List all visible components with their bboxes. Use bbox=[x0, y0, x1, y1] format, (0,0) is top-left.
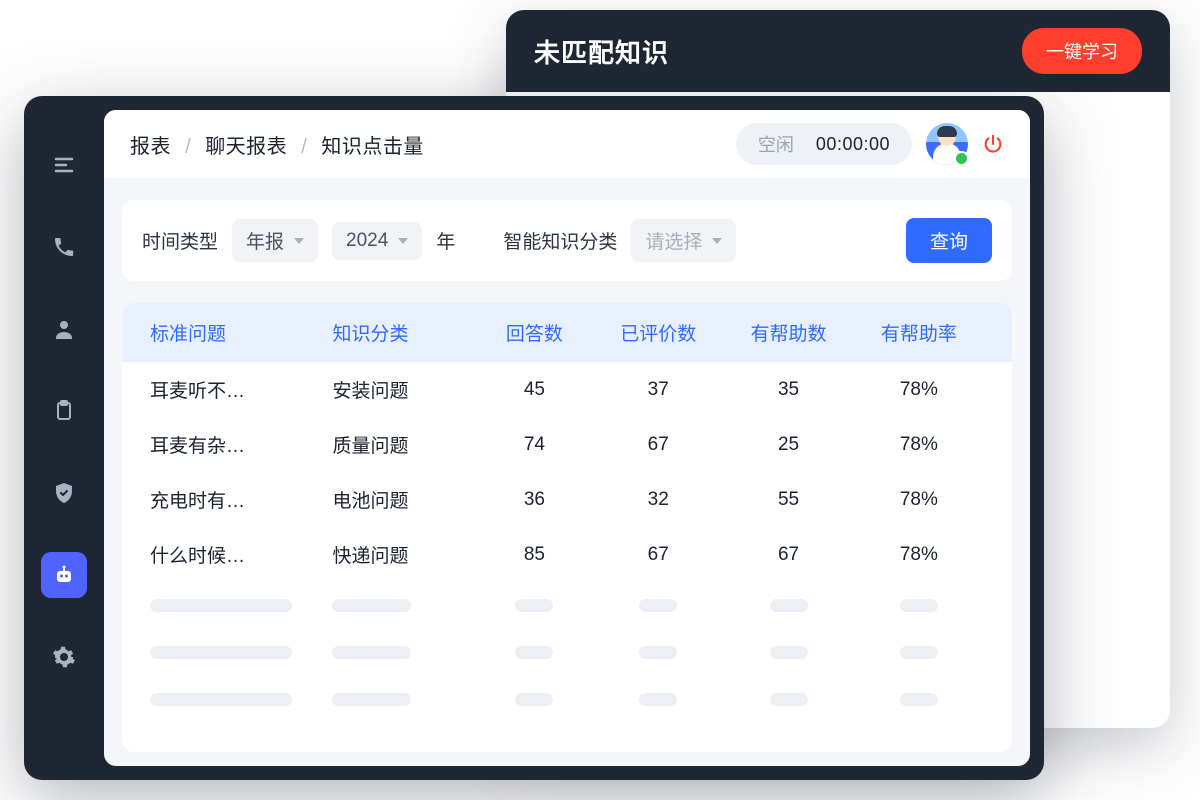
status-pill: 空闲 00:00:00 bbox=[736, 123, 912, 165]
cell-helpful: 35 bbox=[723, 379, 853, 401]
table-row: 充电时有… 电池问题 36 32 55 78% bbox=[122, 472, 1012, 527]
power-icon[interactable] bbox=[982, 133, 1004, 155]
year-value: 2024 bbox=[346, 230, 388, 252]
cell-helpful: 25 bbox=[723, 434, 853, 456]
th-category: 知识分类 bbox=[332, 319, 475, 346]
table-header: 标准问题 知识分类 回答数 已评价数 有帮助数 有帮助率 bbox=[122, 303, 1012, 362]
sidebar bbox=[24, 110, 104, 766]
cell-question: 充电时有… bbox=[150, 486, 332, 513]
breadcrumb-item[interactable]: 报表 bbox=[130, 136, 171, 158]
cell-category: 质量问题 bbox=[332, 431, 475, 458]
time-type-value: 年报 bbox=[246, 227, 284, 254]
placeholder-row bbox=[122, 629, 1012, 676]
category-label: 智能知识分类 bbox=[503, 227, 617, 254]
th-rate: 有帮助率 bbox=[854, 319, 984, 346]
year-select[interactable]: 2024 bbox=[332, 222, 422, 260]
chevron-down-icon bbox=[712, 238, 722, 244]
breadcrumb-item: 知识点击量 bbox=[321, 136, 424, 158]
cell-rate: 78% bbox=[854, 379, 984, 401]
back-title: 未匹配知识 bbox=[534, 33, 669, 70]
breadcrumb-separator: / bbox=[301, 136, 307, 158]
main-panel: 报表 / 聊天报表 / 知识点击量 空闲 00:00:00 时间类型 年报 bbox=[104, 110, 1030, 766]
learn-button[interactable]: 一键学习 bbox=[1022, 28, 1142, 74]
time-type-select[interactable]: 年报 bbox=[232, 219, 318, 262]
sidebar-shield-icon[interactable] bbox=[41, 470, 87, 516]
cell-rate: 78% bbox=[854, 489, 984, 511]
time-type-label: 时间类型 bbox=[142, 227, 218, 254]
th-question: 标准问题 bbox=[150, 319, 332, 346]
table-row: 耳麦听不… 安装问题 45 37 35 78% bbox=[122, 362, 1012, 417]
back-header: 未匹配知识 一键学习 bbox=[506, 10, 1170, 92]
th-rated: 已评价数 bbox=[593, 319, 723, 346]
front-window: 报表 / 聊天报表 / 知识点击量 空闲 00:00:00 时间类型 年报 bbox=[24, 96, 1044, 780]
chevron-down-icon bbox=[398, 238, 408, 244]
breadcrumb-bar: 报表 / 聊天报表 / 知识点击量 空闲 00:00:00 bbox=[104, 110, 1030, 178]
cell-rated: 67 bbox=[593, 434, 723, 456]
cell-rated: 67 bbox=[593, 544, 723, 566]
cell-rated: 37 bbox=[593, 379, 723, 401]
cell-helpful: 55 bbox=[723, 489, 853, 511]
category-placeholder: 请选择 bbox=[645, 227, 702, 254]
th-answers: 回答数 bbox=[476, 319, 593, 346]
cell-answers: 45 bbox=[476, 379, 593, 401]
sidebar-clipboard-icon[interactable] bbox=[41, 388, 87, 434]
chevron-down-icon bbox=[294, 238, 304, 244]
cell-answers: 85 bbox=[476, 544, 593, 566]
cell-question: 耳麦有杂… bbox=[150, 431, 332, 458]
placeholder-row bbox=[122, 676, 1012, 723]
sidebar-gear-icon[interactable] bbox=[41, 634, 87, 680]
cell-answers: 74 bbox=[476, 434, 593, 456]
breadcrumb-item[interactable]: 聊天报表 bbox=[205, 136, 287, 158]
cell-category: 电池问题 bbox=[332, 486, 475, 513]
cell-question: 耳麦听不… bbox=[150, 376, 332, 403]
table-row: 什么时候… 快递问题 85 67 67 78% bbox=[122, 527, 1012, 582]
cell-rate: 78% bbox=[854, 434, 984, 456]
presence-dot-icon bbox=[954, 151, 969, 166]
cell-rate: 78% bbox=[854, 544, 984, 566]
sidebar-menu-icon[interactable] bbox=[41, 142, 87, 188]
sidebar-robot-icon[interactable] bbox=[41, 552, 87, 598]
status-time: 00:00:00 bbox=[816, 134, 890, 155]
cell-helpful: 67 bbox=[723, 544, 853, 566]
cell-category: 快递问题 bbox=[332, 541, 475, 568]
cell-answers: 36 bbox=[476, 489, 593, 511]
breadcrumb: 报表 / 聊天报表 / 知识点击量 bbox=[130, 130, 424, 159]
sidebar-phone-icon[interactable] bbox=[41, 224, 87, 270]
category-select[interactable]: 请选择 bbox=[631, 219, 736, 262]
table-card: 标准问题 知识分类 回答数 已评价数 有帮助数 有帮助率 耳麦听不… 安装问题 … bbox=[122, 303, 1012, 752]
cell-category: 安装问题 bbox=[332, 376, 475, 403]
th-helpful: 有帮助数 bbox=[723, 319, 853, 346]
cell-rated: 32 bbox=[593, 489, 723, 511]
sidebar-user-icon[interactable] bbox=[41, 306, 87, 352]
avatar[interactable] bbox=[926, 123, 968, 165]
status-label: 空闲 bbox=[758, 131, 794, 157]
breadcrumb-separator: / bbox=[185, 136, 191, 158]
year-suffix: 年 bbox=[436, 227, 455, 254]
cell-question: 什么时候… bbox=[150, 541, 332, 568]
placeholder-row bbox=[122, 582, 1012, 629]
query-button[interactable]: 查询 bbox=[906, 218, 992, 263]
table-row: 耳麦有杂… 质量问题 74 67 25 78% bbox=[122, 417, 1012, 472]
filter-card: 时间类型 年报 2024 年 智能知识分类 请选择 查询 bbox=[122, 200, 1012, 281]
